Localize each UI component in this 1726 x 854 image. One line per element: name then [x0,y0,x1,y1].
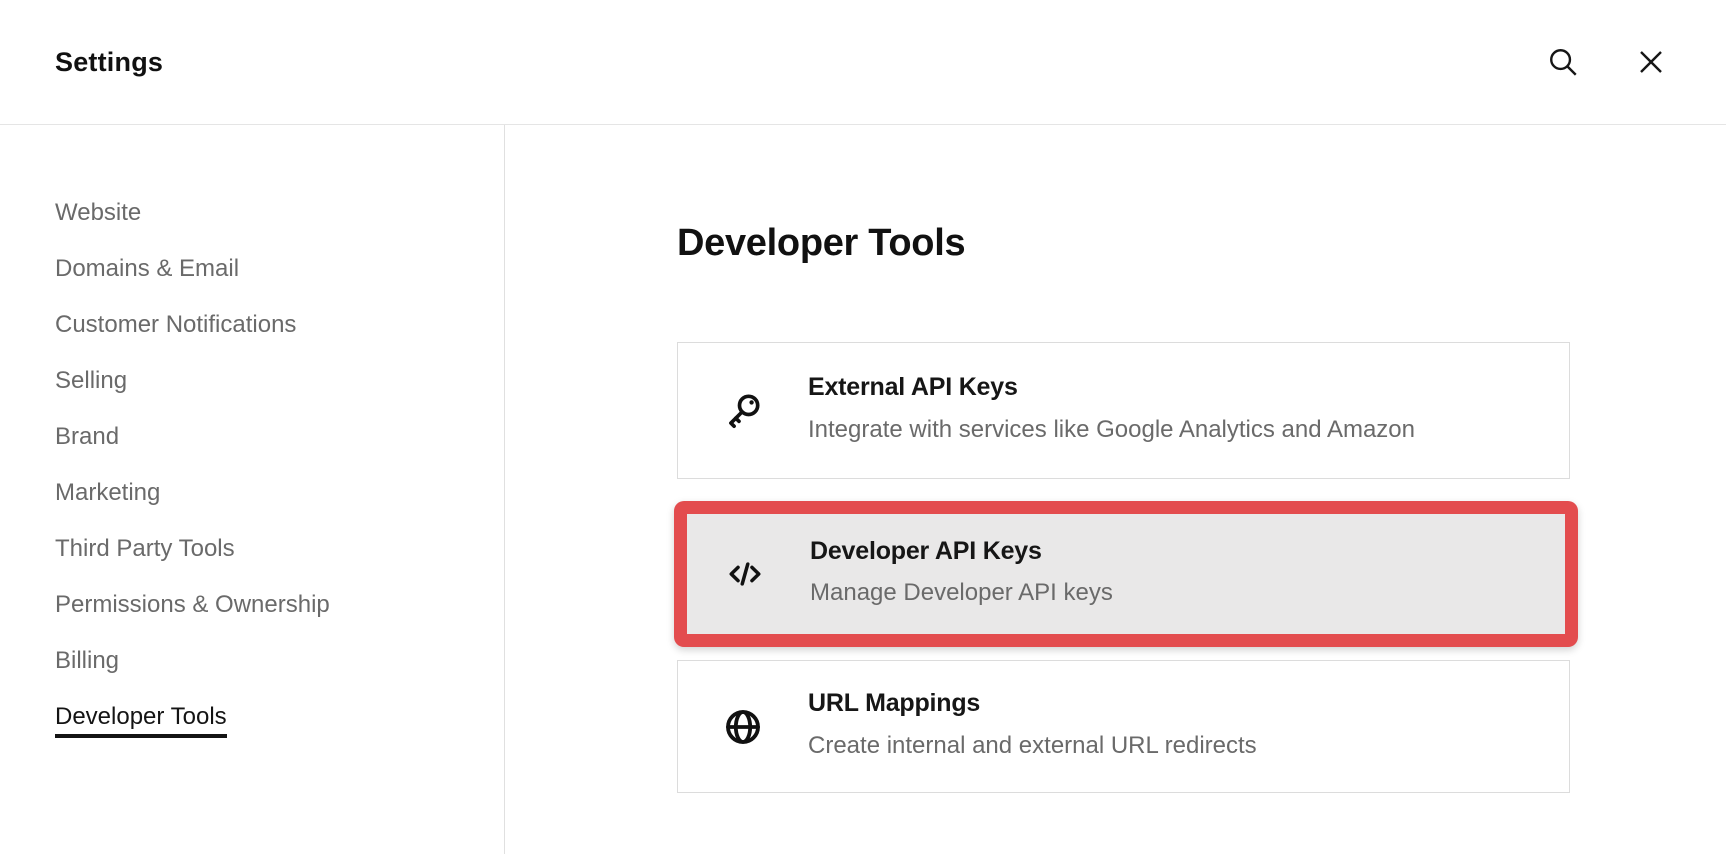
card-text: External API Keys Integrate with service… [808,372,1539,449]
settings-sidebar: Website Domains & Email Customer Notific… [0,125,505,854]
card-description: Create internal and external URL redirec… [808,726,1448,765]
panel-title: Settings [55,47,163,78]
card-title: URL Mappings [808,688,1539,718]
card-text: URL Mappings Create internal and externa… [808,688,1539,765]
card-text: Developer API Keys Manage Developer API … [810,536,1537,612]
card-external-api-keys[interactable]: External API Keys Integrate with service… [677,342,1570,479]
sidebar-item-domains-email[interactable]: Domains & Email [55,257,504,281]
search-button[interactable] [1544,44,1581,81]
card-title: Developer API Keys [810,536,1537,566]
key-icon [719,390,767,432]
globe-icon [719,707,767,747]
sidebar-item-third-party-tools[interactable]: Third Party Tools [55,537,504,561]
main-content: Developer Tools External API Keys Integr… [505,125,1726,854]
card-description: Manage Developer API keys [810,573,1450,612]
close-button[interactable] [1632,44,1669,81]
sidebar-item-customer-notifications[interactable]: Customer Notifications [55,313,504,337]
sidebar-item-selling[interactable]: Selling [55,369,504,393]
card-description: Integrate with services like Google Anal… [808,410,1448,449]
close-icon [1635,46,1667,78]
sidebar-item-brand[interactable]: Brand [55,425,504,449]
card-title: External API Keys [808,372,1539,402]
code-icon [721,552,769,596]
page-title: Developer Tools [677,221,1726,265]
sidebar-item-marketing[interactable]: Marketing [55,481,504,505]
sidebar-item-billing[interactable]: Billing [55,649,504,673]
sidebar-item-permissions-ownership[interactable]: Permissions & Ownership [55,593,504,617]
settings-panel-header: Settings [0,0,1726,125]
developer-tools-card-list: External API Keys Integrate with service… [677,342,1581,793]
card-developer-api-keys-highlighted[interactable]: Developer API Keys Manage Developer API … [674,501,1578,647]
sidebar-item-developer-tools[interactable]: Developer Tools [55,705,504,738]
card-url-mappings[interactable]: URL Mappings Create internal and externa… [677,660,1570,793]
settings-panel-body: Website Domains & Email Customer Notific… [0,125,1726,854]
sidebar-item-website[interactable]: Website [55,201,504,225]
search-icon [1546,45,1580,79]
